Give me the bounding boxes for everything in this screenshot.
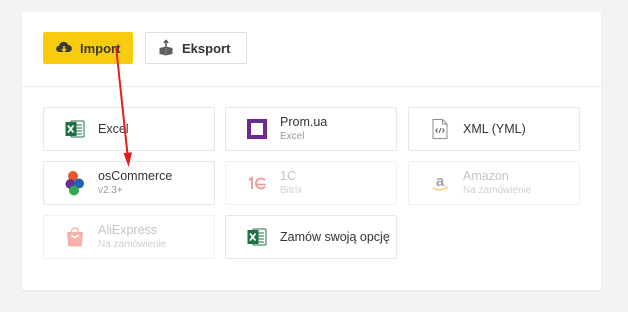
excel-icon	[246, 226, 268, 248]
source-prom-ua[interactable]: Prom.ua Excel	[225, 107, 397, 151]
source-xml-yml[interactable]: XML (YML)	[408, 107, 580, 151]
box-upload-icon	[157, 39, 175, 57]
source-name: XML (YML)	[463, 121, 526, 136]
source-name: Amazon	[463, 168, 509, 183]
export-button-label: Eksport	[182, 40, 231, 56]
source-name: 1C	[280, 168, 296, 183]
export-button[interactable]: Eksport	[145, 32, 247, 64]
source-oscommerce[interactable]: osCommerce v2.3+	[43, 161, 215, 205]
source-name: Excel	[98, 121, 129, 136]
source-aliexpress[interactable]: AliExpress Na zamówienie	[43, 215, 215, 259]
action-bar: Import Eksport	[22, 12, 601, 87]
source-subtitle: Na zamówienie	[98, 238, 167, 250]
1c-icon	[246, 172, 268, 194]
request-custom-option[interactable]: Zamów swoją opcję	[225, 215, 397, 259]
source-subtitle: Bitrix	[280, 184, 303, 196]
aliexpress-icon	[64, 226, 86, 248]
excel-icon	[64, 118, 86, 140]
oscommerce-icon	[64, 171, 86, 196]
source-subtitle: v2.3+	[98, 184, 123, 196]
source-name: osCommerce	[98, 168, 173, 183]
source-subtitle: Na zamówienie	[463, 184, 532, 196]
source-name: AliExpress	[98, 222, 158, 237]
import-button-label: Import	[80, 40, 121, 56]
amazon-icon: a	[429, 172, 451, 194]
source-subtitle: Excel	[280, 130, 305, 142]
xml-file-icon	[429, 118, 451, 140]
source-name: Zamów swoją opcję	[280, 229, 390, 244]
source-excel[interactable]: Excel	[43, 107, 215, 151]
source-name: Prom.ua	[280, 114, 328, 129]
import-export-panel: Import Eksport Excel Prom.ua Excel XML (…	[22, 12, 601, 290]
svg-text:a: a	[436, 173, 445, 190]
cloud-download-icon	[55, 39, 73, 57]
import-button[interactable]: Import	[43, 32, 133, 64]
source-amazon[interactable]: a Amazon Na zamówienie	[408, 161, 580, 205]
source-1c[interactable]: 1C Bitrix	[225, 161, 397, 205]
prom-ua-icon	[246, 118, 268, 140]
